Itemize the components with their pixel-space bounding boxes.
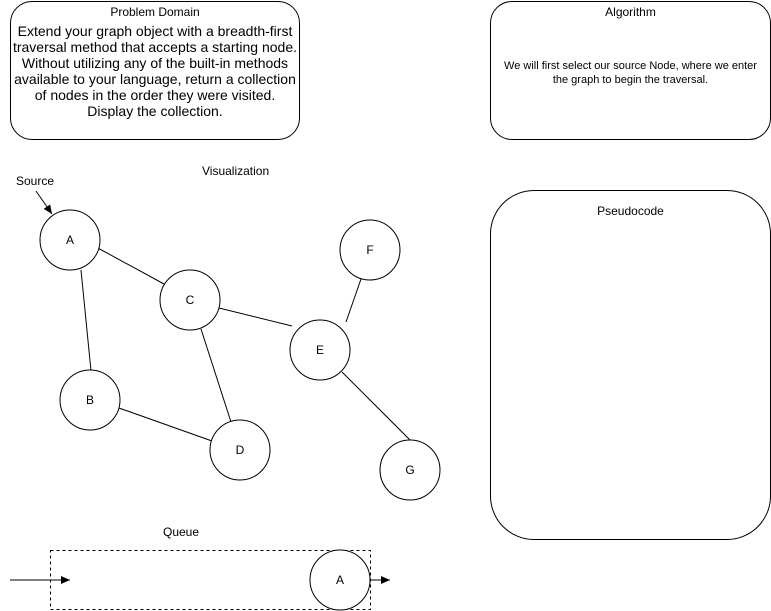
- graph-node-b: B: [59, 369, 121, 431]
- graph-node-f: F: [339, 219, 401, 281]
- edge-c-d: [200, 328, 232, 423]
- edge-a-b: [80, 269, 92, 372]
- graph-node-c: C: [159, 269, 221, 331]
- node-label-g: G: [405, 463, 414, 477]
- node-label-c: C: [186, 293, 195, 307]
- queue-item-a: A: [309, 549, 371, 611]
- source-arrow: [35, 190, 53, 215]
- edge-b-d: [118, 407, 213, 442]
- graph-node-a: A: [39, 209, 101, 271]
- graph-node-e: E: [289, 319, 351, 381]
- node-label-e: E: [316, 343, 324, 357]
- graph-canvas: A B C D E F G A: [10, 190, 441, 611]
- edge-c-e: [218, 307, 293, 327]
- edge-a-c: [95, 246, 165, 285]
- graph-node-g: G: [379, 439, 441, 501]
- node-label-f: F: [366, 243, 373, 257]
- node-label-b: B: [86, 393, 94, 407]
- queue-item-label: A: [336, 573, 344, 587]
- node-label-d: D: [236, 443, 245, 457]
- edge-e-g: [341, 371, 412, 442]
- node-label-a: A: [66, 233, 74, 247]
- edge-e-f: [345, 278, 362, 323]
- graph-node-d: D: [209, 419, 271, 481]
